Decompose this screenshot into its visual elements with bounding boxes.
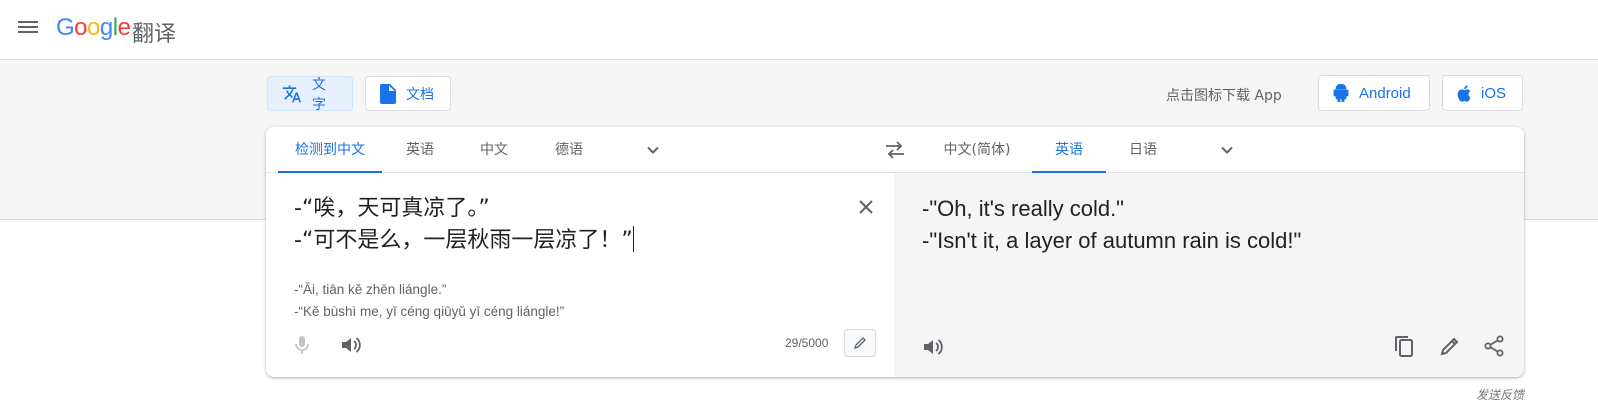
target-language-dropdown-icon[interactable] xyxy=(1219,142,1235,158)
send-feedback-link[interactable]: 发送反馈 xyxy=(1476,386,1524,403)
apple-icon xyxy=(1457,84,1471,102)
clear-icon[interactable] xyxy=(856,197,876,217)
swap-languages-icon[interactable] xyxy=(884,140,906,160)
tab-source-english[interactable]: 英语 xyxy=(394,127,446,173)
docs-mode-label: 文档 xyxy=(406,86,434,103)
language-bar: 检测到中文 英语 中文 德语 中文(简体) 英语 日语 xyxy=(266,127,1524,174)
source-text-input[interactable]: -“唉，天可真凉了。” -“可不是么，一层秋雨一层凉了！” xyxy=(294,193,634,257)
translate-icon xyxy=(282,84,302,104)
listen-source-icon[interactable] xyxy=(340,335,362,355)
share-icon[interactable] xyxy=(1483,335,1505,357)
tab-detect-chinese[interactable]: 检测到中文 xyxy=(278,127,382,174)
tab-target-japanese[interactable]: 日语 xyxy=(1118,127,1168,173)
text-caret xyxy=(632,226,634,252)
product-name[interactable]: 翻译 xyxy=(132,16,176,48)
menu-icon[interactable] xyxy=(18,18,38,38)
copy-icon[interactable] xyxy=(1394,335,1414,357)
character-count: 29/5000 xyxy=(785,336,829,350)
pencil-icon xyxy=(853,337,866,350)
text-mode-button[interactable]: 文字 xyxy=(267,76,353,113)
handwriting-button[interactable] xyxy=(844,329,876,357)
source-language-dropdown-icon[interactable] xyxy=(645,142,661,158)
source-pane: -“唉，天可真凉了。” -“可不是么，一层秋雨一层凉了！” -“Āi, tiān … xyxy=(266,173,894,377)
source-line: -“可不是么，一层秋雨一层凉了！” xyxy=(294,228,633,253)
logo-letter: e xyxy=(117,14,131,41)
tab-source-chinese[interactable]: 中文 xyxy=(468,127,520,173)
tab-target-chinese-simplified[interactable]: 中文(简体) xyxy=(936,127,1018,173)
tab-target-english[interactable]: 英语 xyxy=(1032,127,1106,174)
logo-letter: o xyxy=(74,14,88,41)
listen-translation-icon[interactable] xyxy=(922,337,944,357)
android-label: Android xyxy=(1359,84,1411,102)
microphone-icon[interactable] xyxy=(292,335,312,355)
download-prompt: 点击图标下载 App xyxy=(1166,88,1282,104)
logo-letter: G xyxy=(56,14,75,41)
source-line: -“唉，天可真凉了。” xyxy=(294,196,490,221)
docs-mode-button[interactable]: 文档 xyxy=(365,76,451,111)
android-icon xyxy=(1333,84,1349,102)
ios-button[interactable]: iOS xyxy=(1442,75,1523,111)
translation-line: -"Oh, it's really cold." xyxy=(922,196,1124,221)
text-mode-label: 文字 xyxy=(312,76,326,113)
translation-card: 检测到中文 英语 中文 德语 中文(简体) 英语 日语 -“唉，天可真凉了。” -… xyxy=(266,127,1524,377)
translation-output: -"Oh, it's really cold." -"Isn't it, a la… xyxy=(922,193,1301,257)
top-bar: Google 翻译 xyxy=(0,0,1598,60)
target-pane: -"Oh, it's really cold." -"Isn't it, a la… xyxy=(894,173,1524,377)
logo-letter: g xyxy=(99,14,113,41)
translation-line: -"Isn't it, a layer of autumn rain is co… xyxy=(922,228,1302,253)
tab-source-german[interactable]: 德语 xyxy=(543,127,595,173)
google-logo[interactable]: Google xyxy=(56,14,131,42)
document-icon xyxy=(380,83,396,104)
logo-letter: o xyxy=(87,14,100,41)
transliteration-line: -“Āi, tiān kě zhēn liángle.” xyxy=(294,282,447,297)
ios-label: iOS xyxy=(1481,84,1507,102)
transliteration-line: -“Kě bùshì me, yī céng qiūyǔ yī céng liá… xyxy=(294,304,565,319)
transliteration: -“Āi, tiān kě zhēn liángle.” -“Kě bùshì m… xyxy=(294,279,564,323)
android-button[interactable]: Android xyxy=(1318,75,1430,111)
edit-translation-icon[interactable] xyxy=(1439,335,1461,357)
